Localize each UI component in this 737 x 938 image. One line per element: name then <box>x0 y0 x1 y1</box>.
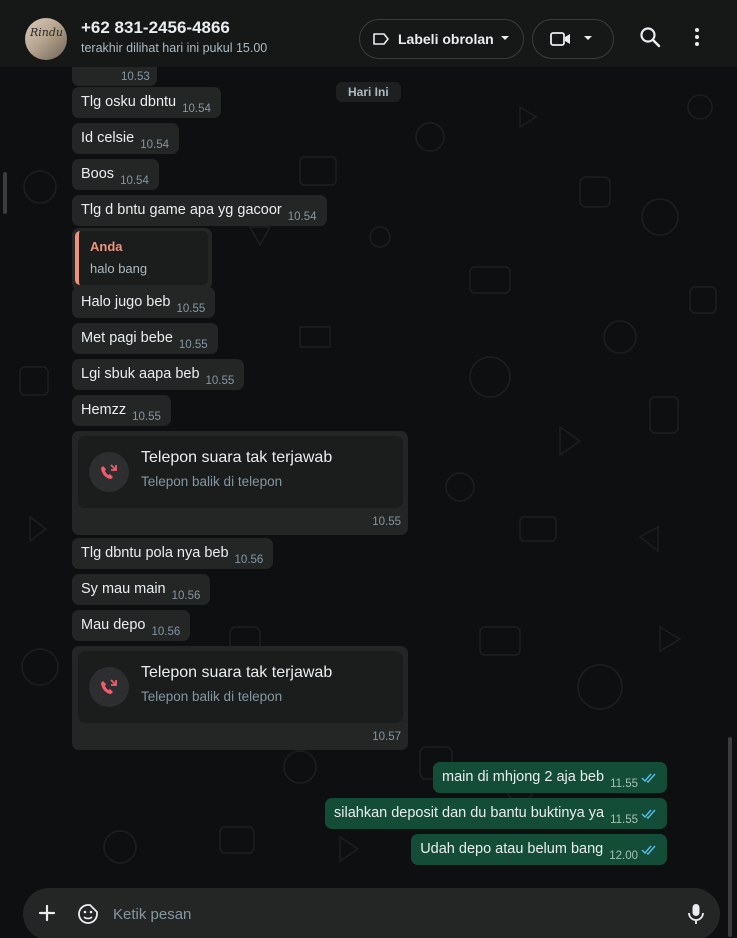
message-time: 10.53 <box>121 71 150 83</box>
chevron-down-icon <box>584 36 592 40</box>
message-outgoing[interactable]: main di mhjong 2 aja beb 11.55 <box>433 762 667 793</box>
message-incoming[interactable]: Mau depo 10.56 <box>72 610 191 641</box>
message-time: 10.55 <box>132 411 161 423</box>
message-text: Udah depo atau belum bang <box>420 841 604 857</box>
quoted-sender-name: Anda <box>90 239 123 254</box>
scrollbar-thumb-left[interactable] <box>3 172 7 214</box>
message-text: Lgi sbuk aapa beb <box>81 366 200 382</box>
avatar-script-text: Rindu <box>30 26 64 39</box>
message-text: Boos <box>81 166 115 182</box>
missed-call-icon-wrap <box>89 667 129 707</box>
read-receipt-icon <box>641 845 656 855</box>
label-tag-icon <box>373 33 389 45</box>
missed-call-message[interactable]: Telepon suara tak terjawab Telepon balik… <box>72 431 408 535</box>
microphone-icon[interactable] <box>687 903 705 925</box>
missed-call-message[interactable]: Telepon suara tak terjawab Telepon balik… <box>72 646 408 750</box>
message-incoming[interactable]: Met pagi bebe 10.55 <box>72 323 218 354</box>
message-text: Tlg osku dbntu <box>81 94 177 110</box>
scrollbar-thumb[interactable] <box>728 737 732 937</box>
message-time: 10.56 <box>171 590 201 602</box>
sticker-emoji-icon[interactable] <box>77 903 99 925</box>
quoted-reply-message[interactable]: Anda halo bang <box>72 228 212 290</box>
message-incoming[interactable]: Boos 10.54 <box>72 159 159 190</box>
message-text: Id celsie <box>81 130 135 146</box>
message-incoming[interactable]: Halo jugo beb 10.55 <box>72 287 216 318</box>
message-time: 12.00 <box>609 850 638 862</box>
message-time: 10.55 <box>176 303 206 315</box>
message-text: Hemzz <box>81 402 127 418</box>
message-incoming[interactable]: Lgi sbuk aapa beb 10.55 <box>72 359 245 390</box>
chat-header: Rindu +62 831-2456-4866 terakhir dilihat… <box>0 0 737 76</box>
more-options-icon[interactable] <box>694 26 700 48</box>
read-receipt-icon <box>641 773 656 783</box>
message-incoming[interactable]: Tlg d bntu game apa yg gacoor 10.54 <box>72 195 327 226</box>
message-time: 10.54 <box>287 211 317 223</box>
label-chat-button[interactable]: Labeli obrolan <box>359 19 524 59</box>
label-chat-label: Labeli obrolan <box>398 31 494 47</box>
missed-call-icon <box>101 464 117 479</box>
read-receipt-icon <box>641 809 656 819</box>
quoted-message[interactable]: Anda halo bang <box>75 231 208 285</box>
message-time: 10.56 <box>151 626 181 638</box>
message-incoming[interactable]: 10.53 <box>72 67 157 86</box>
message-incoming[interactable]: Id celsie 10.54 <box>72 123 179 154</box>
message-text: silahkan deposit dan du bantu buktinya y… <box>334 805 605 821</box>
missed-call-icon <box>101 679 117 694</box>
message-incoming[interactable]: Sy mau main 10.56 <box>72 574 211 605</box>
missed-call-card[interactable]: Telepon suara tak terjawab Telepon balik… <box>78 436 403 508</box>
message-outgoing[interactable]: silahkan deposit dan du bantu buktinya y… <box>325 798 667 829</box>
message-text: Tlg d bntu game apa yg gacoor <box>81 202 282 218</box>
message-text: Halo jugo beb <box>81 294 171 310</box>
contact-name[interactable]: +62 831-2456-4866 <box>81 18 230 38</box>
message-time: 11.55 <box>610 814 638 826</box>
call-title: Telepon suara tak terjawab <box>141 449 333 466</box>
message-text: main di mhjong 2 aja beb <box>442 769 605 785</box>
message-time: 10.55 <box>372 516 401 528</box>
message-incoming[interactable]: Hemzz 10.55 <box>72 395 171 426</box>
message-incoming[interactable]: Tlg osku dbntu 10.54 <box>72 87 221 118</box>
video-call-button[interactable] <box>532 19 614 59</box>
message-list[interactable]: 10.53 Hari Ini Tlg osku dbntu 10.54 Id ce… <box>0 67 737 938</box>
quoted-text: halo bang <box>90 261 148 276</box>
attach-plus-icon[interactable] <box>38 904 56 922</box>
message-text: Sy mau main <box>81 581 166 597</box>
search-icon[interactable] <box>639 26 661 48</box>
message-input[interactable] <box>113 903 653 925</box>
chevron-down-icon <box>501 36 509 40</box>
video-camera-icon <box>550 32 570 46</box>
message-composer <box>23 888 720 938</box>
message-time: 10.54 <box>140 139 169 151</box>
missed-call-icon-wrap <box>89 452 129 492</box>
date-divider: Hari Ini <box>336 82 401 102</box>
missed-call-card[interactable]: Telepon suara tak terjawab Telepon balik… <box>78 651 403 723</box>
call-subtitle: Telepon balik di telepon <box>141 474 283 489</box>
message-time: 10.57 <box>372 731 401 743</box>
call-subtitle: Telepon balik di telepon <box>141 689 283 704</box>
call-title: Telepon suara tak terjawab <box>141 664 333 681</box>
message-time: 10.54 <box>182 103 211 115</box>
contact-last-seen: terakhir dilihat hari ini pukul 15.00 <box>81 41 268 55</box>
message-time: 10.55 <box>205 375 235 387</box>
message-time: 10.54 <box>120 175 149 187</box>
message-outgoing[interactable]: Udah depo atau belum bang 12.00 <box>411 834 667 865</box>
message-text: Tlg dbntu pola nya beb <box>81 545 229 561</box>
message-time: 11.55 <box>610 778 638 790</box>
message-incoming[interactable]: Tlg dbntu pola nya beb 10.56 <box>72 538 274 569</box>
contact-avatar[interactable]: Rindu <box>25 18 67 60</box>
message-time: 10.56 <box>234 554 264 566</box>
message-time: 10.55 <box>178 339 208 351</box>
message-text: Met pagi bebe <box>81 330 173 346</box>
message-text: Mau depo <box>81 617 146 633</box>
